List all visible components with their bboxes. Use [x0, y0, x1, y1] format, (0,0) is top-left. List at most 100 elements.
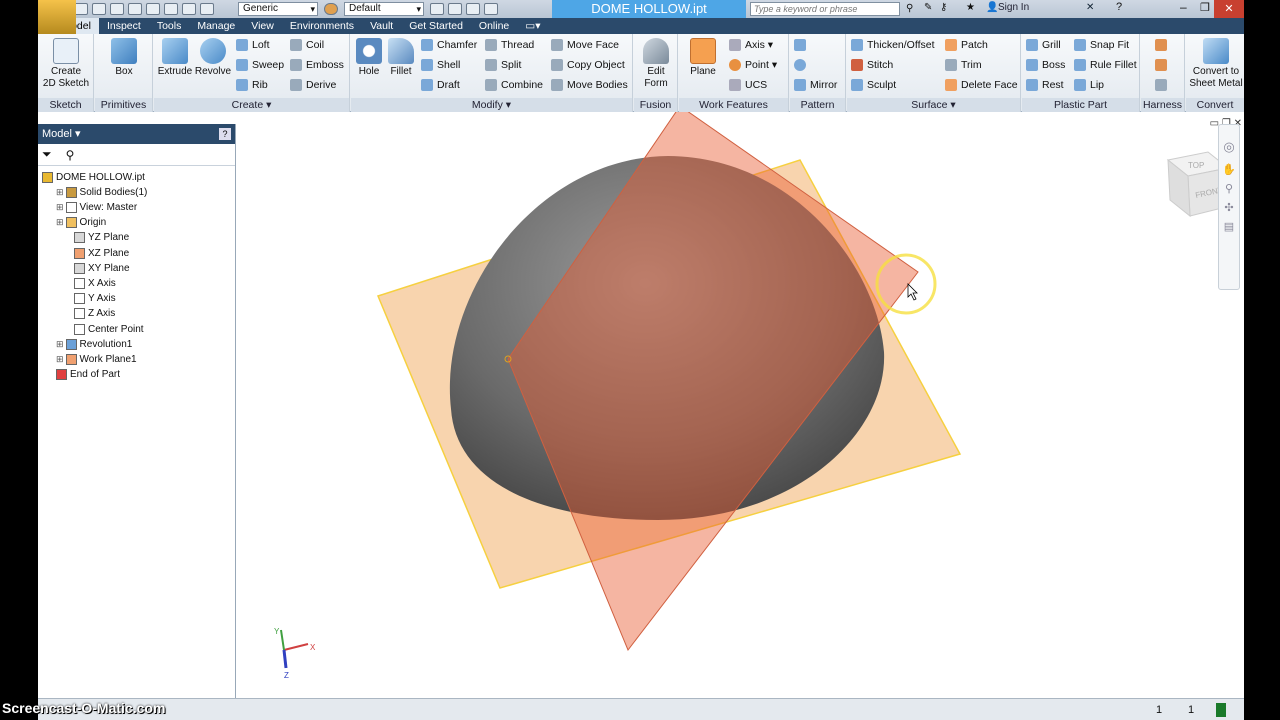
expand-icon[interactable]: ⊞ [56, 187, 64, 198]
appearance-combo[interactable]: Default [344, 2, 424, 16]
axis-button[interactable]: Axis ▾ [729, 37, 773, 53]
close-window-button[interactable]: ✕ [1214, 0, 1244, 18]
tab-tools[interactable]: Tools [149, 18, 190, 34]
browser-node[interactable]: ⊞ Work Plane1 [56, 352, 137, 366]
snap-fit-button[interactable]: Snap Fit [1074, 37, 1129, 53]
update-icon[interactable] [182, 3, 196, 15]
undo-icon[interactable] [128, 3, 142, 15]
tab-get-started[interactable]: Get Started [401, 18, 471, 34]
harness-tool-3[interactable] [1155, 77, 1171, 93]
patch-button[interactable]: Patch [945, 37, 988, 53]
expand-icon[interactable]: ⊞ [56, 339, 64, 350]
expand-icon[interactable]: ⊞ [56, 354, 64, 365]
sculpt-button[interactable]: Sculpt [851, 77, 896, 93]
chamfer-button[interactable]: Chamfer [421, 37, 477, 53]
adjust-icon[interactable] [448, 3, 462, 15]
tab-manage[interactable]: Manage [189, 18, 243, 34]
inventor-logo[interactable] [38, 0, 76, 34]
tab-inspect[interactable]: Inspect [99, 18, 149, 34]
browser-node[interactable]: ⊞ Origin [56, 216, 106, 230]
hole-button[interactable]: Hole [353, 38, 385, 78]
browser-node[interactable]: XY Plane [74, 261, 130, 275]
restore-icon[interactable]: ❐ [1200, 1, 1210, 14]
thicken-offset-button[interactable]: Thicken/Offset [851, 37, 935, 53]
panel-create-label[interactable]: Create ▾ [154, 98, 349, 112]
user-icon[interactable]: 👤 [986, 2, 998, 13]
tab-view[interactable]: View [243, 18, 282, 34]
look-at-icon[interactable]: ▤ [1219, 220, 1239, 233]
browser-node[interactable]: ⊞ View: Master [56, 200, 137, 214]
help-icon[interactable]: ? [219, 128, 231, 140]
shell-button[interactable]: Shell [421, 57, 460, 73]
rule-fillet-button[interactable]: Rule Fillet [1074, 57, 1137, 73]
boss-button[interactable]: Boss [1026, 57, 1065, 73]
tools-icon[interactable]: ✎ [924, 2, 932, 13]
lip-button[interactable]: Lip [1074, 77, 1104, 93]
harness-tool-2[interactable] [1155, 57, 1171, 73]
coil-button[interactable]: Coil [290, 37, 324, 53]
select-icon[interactable] [200, 3, 214, 15]
extrude-button[interactable]: Extrude [156, 38, 194, 78]
move-bodies-button[interactable]: Move Bodies [551, 77, 628, 93]
fillet-button[interactable]: Fillet [385, 38, 417, 78]
filter-icon[interactable]: ⏷ [42, 147, 52, 162]
harness-tool-1[interactable] [1155, 37, 1171, 53]
browser-node[interactable]: DOME HOLLOW.ipt [42, 170, 145, 184]
home-icon[interactable] [164, 3, 178, 15]
browser-node[interactable]: ⊞ Solid Bodies(1) [56, 185, 147, 199]
mirror-button[interactable]: Mirror [794, 77, 837, 93]
browser-node[interactable]: Z Axis [74, 307, 115, 321]
save-icon[interactable] [110, 3, 124, 15]
rib-button[interactable]: Rib [236, 77, 268, 93]
tab-environments[interactable]: Environments [282, 18, 362, 34]
combine-button[interactable]: Combine [485, 77, 543, 93]
browser-header[interactable]: Model ▾? [38, 124, 235, 144]
ribbon-options-icon[interactable]: ▭▾ [517, 18, 548, 34]
zoom-icon[interactable]: ⚲ [1219, 182, 1239, 195]
loft-button[interactable]: Loft [236, 37, 270, 53]
steering-wheel-icon[interactable]: ◎ [1219, 139, 1239, 155]
browser-node[interactable]: XZ Plane [74, 246, 129, 260]
graphics-viewport[interactable]: TOP FRONT X Y Z ▭ ❐ ✕ [238, 112, 1244, 698]
search-input[interactable]: Type a keyword or phrase [750, 2, 900, 16]
circular-pattern-button[interactable] [794, 57, 810, 73]
minimize-icon[interactable]: – [1180, 0, 1187, 14]
move-face-button[interactable]: Move Face [551, 37, 619, 53]
tab-online[interactable]: Online [471, 18, 517, 34]
rectangular-pattern-button[interactable] [794, 37, 810, 53]
browser-node[interactable]: X Axis [74, 276, 116, 290]
star-icon[interactable]: ★ [966, 2, 975, 13]
tab-vault[interactable]: Vault [362, 18, 401, 34]
binoculars-icon[interactable]: ⚲ [906, 3, 913, 14]
edit-form-button[interactable]: Edit Form [638, 38, 674, 90]
grill-button[interactable]: Grill [1026, 37, 1061, 53]
expand-icon[interactable]: ⊞ [56, 202, 64, 213]
rest-button[interactable]: Rest [1026, 77, 1064, 93]
browser-node[interactable]: End of Part [56, 368, 120, 382]
redo-icon[interactable] [146, 3, 160, 15]
measure-icon[interactable] [484, 3, 498, 15]
browser-node[interactable]: Center Point [74, 322, 144, 336]
thread-button[interactable]: Thread [485, 37, 534, 53]
exchange-icon[interactable]: ✕ [1086, 2, 1094, 13]
sweep-button[interactable]: Sweep [236, 57, 284, 73]
create-2d-sketch-button[interactable]: Create 2D Sketch [40, 38, 92, 90]
clear-icon[interactable] [430, 3, 444, 15]
delete-face-button[interactable]: Delete Face [945, 77, 1018, 93]
key-icon[interactable]: ⚷ [940, 2, 947, 13]
revolve-button[interactable]: Revolve [194, 38, 232, 78]
help-icon[interactable]: ? [1116, 1, 1122, 13]
box-button[interactable]: Box [99, 38, 149, 78]
pan-icon[interactable]: ✋ [1219, 163, 1239, 176]
orbit-icon[interactable]: ✣ [1219, 201, 1239, 214]
copy-object-button[interactable]: Copy Object [551, 57, 625, 73]
new-icon[interactable] [74, 3, 88, 15]
point-button[interactable]: Point ▾ [729, 57, 777, 73]
stitch-button[interactable]: Stitch [851, 57, 893, 73]
panel-modify-label[interactable]: Modify ▾ [351, 98, 632, 112]
expand-icon[interactable]: ⊞ [56, 217, 64, 228]
browser-node[interactable]: ⊞ Revolution1 [56, 337, 132, 351]
trim-button[interactable]: Trim [945, 57, 982, 73]
split-button[interactable]: Split [485, 57, 521, 73]
function-icon[interactable] [466, 3, 480, 15]
